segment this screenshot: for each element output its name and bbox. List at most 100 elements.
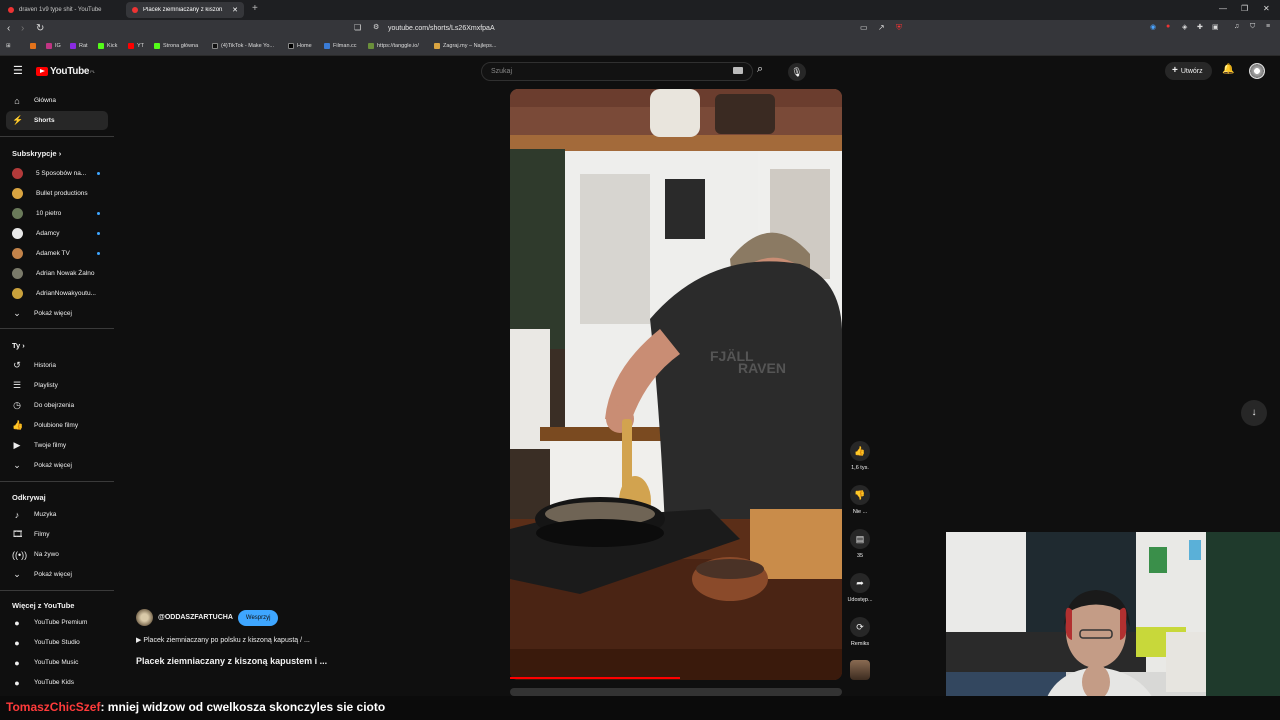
sidebar-item-youtube-music[interactable]: ● YouTube Music [6,653,108,672]
sidebar-item-music[interactable]: ♪ Muzyka [6,505,108,524]
maximize-icon[interactable]: ❐ [1241,4,1248,13]
extension-icon[interactable]: ◈ [1182,23,1187,31]
sidebar-item-live[interactable]: ((•)) Na żywo [6,545,108,564]
dislike-button[interactable]: 👎 Nie ... [848,485,872,515]
chevron-right-icon: › [22,341,25,350]
bookmark-item[interactable]: Filman.cc [324,43,357,49]
bookmark-item[interactable]: (4)TikTok - Make Yo... [212,43,274,49]
sidebar-subscription[interactable]: 10 pietro [6,204,108,222]
youtube-music-icon: ● [14,657,20,668]
bookmark-item[interactable]: Rat [70,43,88,49]
sidebar-item-youtube-premium[interactable]: ● YouTube Premium [6,613,108,632]
short-title[interactable]: Placek ziemniaczany z kiszoną kapustem i… [136,656,327,666]
chevron-down-icon: ⌄ [13,569,21,579]
cast-icon[interactable]: ▭ [860,23,868,32]
sidebar-subscription[interactable]: Bullet productions [6,184,108,202]
url-field[interactable]: youtube.com/shorts/Ls26XmxfpaA [388,25,495,32]
sidebar-item-youtube-studio[interactable]: ● YouTube Studio [6,633,108,652]
youtube-favicon-icon [132,7,138,13]
back-icon[interactable]: ‹ [7,23,10,34]
audio-icon[interactable]: ◉ [1150,23,1156,31]
comments-button[interactable]: ▤ 35 [848,529,872,559]
forward-icon[interactable]: › [21,23,24,34]
mic-icon[interactable]: 🎙 [788,63,806,81]
close-tab-icon[interactable]: ✕ [232,6,238,14]
sidebar-subscription[interactable]: Adamek TV [6,244,108,262]
sidebar-subscription[interactable]: 5 Sposobów na... [6,164,108,182]
record-icon[interactable]: ● [1166,23,1170,30]
sidebar-item-history[interactable]: ↺ Historia [6,356,108,375]
support-button[interactable]: Wesprzyj [237,609,279,626]
sidebar-item-movies[interactable]: 🎞 Filmy [6,525,108,544]
like-button[interactable]: 👍 1,6 tys. [848,441,872,471]
chat-username: TomaszChicSzef [6,700,101,714]
bookmark-icon[interactable]: ❏ [354,23,361,32]
browser-tab[interactable]: draven 1v9 type shit - YouTube [2,2,122,18]
apps-grid-icon[interactable]: ⊞ [6,43,11,49]
sidebar-item-liked[interactable]: 👍 Polubione filmy [6,416,108,435]
create-button[interactable]: + Utwórz [1165,62,1212,80]
short-description[interactable]: ▶ Placek ziemniaczany po polsku z kiszon… [136,636,310,644]
sidebar-item-youtube-kids[interactable]: ● YouTube Kids [6,673,108,692]
sidepanel-icon[interactable]: ▣ [1212,23,1219,31]
browser-tab-active[interactable]: Placek ziemniaczany z kiszon... ✕ [126,2,244,18]
site-info-icon[interactable]: ⚙ [373,23,379,31]
bookmark-item[interactable]: Zagraj.my – Najleps... [434,43,497,49]
show-more-explore[interactable]: ⌄ Pokaż więcej [6,565,108,584]
close-window-icon[interactable]: ✕ [1263,4,1270,13]
short-video-player[interactable]: FJÄLL RAVEN [510,89,842,680]
remix-button[interactable]: ⟳ Remiks [848,617,872,647]
tab-title: Placek ziemniaczany z kiszon... [143,7,223,13]
new-tab-icon[interactable]: + [252,3,258,14]
audio-thumbnail[interactable] [850,660,870,680]
menu-dots-icon[interactable]: ≡ [1266,23,1270,30]
bookmark-item[interactable]: https://tanggle.io/ [368,43,419,49]
minimize-icon[interactable]: — [1219,4,1227,13]
bookmark-item[interactable]: YT [128,43,144,49]
short-channel-info: @ODDASZFARTUCHA Wesprzyj [136,609,279,626]
show-more-you[interactable]: ⌄ Pokaż więcej [6,456,108,475]
share-button[interactable]: ➦ Udostęp... [847,573,873,603]
hamburger-menu-icon[interactable]: ☰ [13,64,23,77]
next-short-preview [510,688,842,696]
music-note-icon[interactable]: ♫ [1234,23,1239,30]
extension-icon[interactable]: ⛨ [896,23,902,33]
bookmark-item[interactable]: Strona główna [154,43,198,49]
next-short-button[interactable]: ↓ [1241,400,1267,426]
divider [0,481,114,482]
sidebar-item-watch-later[interactable]: ◷ Do obejrzenia [6,396,108,415]
youtube-logo[interactable]: YouTube PL [36,66,95,77]
search-icon[interactable]: ⌕ [757,63,773,79]
subscriptions-header[interactable]: Subskrypcje › [12,149,61,158]
webcam-feed [946,532,1280,720]
you-header[interactable]: Ty › [12,341,25,350]
bookmark-item[interactable] [30,43,39,49]
bookmark-item[interactable]: Home [288,43,312,49]
video-progress-bar[interactable] [510,677,680,679]
reload-icon[interactable]: ↻ [36,23,44,34]
sidebar-subscription[interactable]: Adrian Nowak Żalno [6,264,108,282]
sidebar-item-playlists[interactable]: ☰ Playlisty [6,376,108,395]
keyboard-icon[interactable] [733,67,743,74]
channel-name[interactable]: @ODDASZFARTUCHA [158,614,233,621]
search-input[interactable]: Szukaj [481,62,753,81]
avatar[interactable] [1249,63,1265,79]
sidebar-item-home[interactable]: ⌂ Główna [6,91,108,110]
comment-icon: ▤ [850,529,870,549]
browser-tab-bar: draven 1v9 type shit - YouTube Placek zi… [0,0,1280,20]
shield-icon[interactable]: ⛉ [1250,23,1255,31]
sidebar-item-your-videos[interactable]: ▶ Twoje filmy [6,436,108,455]
show-more-subscriptions[interactable]: ⌄ Pokaż więcej [6,304,108,323]
new-content-dot [97,211,100,215]
channel-avatar[interactable] [136,609,153,626]
youtube-play-icon [36,67,48,76]
address-bar: ‹ › ↻ ❏ ⚙ youtube.com/shorts/Ls26XmxfpaA… [0,20,1280,40]
share-page-icon[interactable]: ↗ [878,23,885,32]
sidebar-item-shorts[interactable]: ⚡ Shorts [6,111,108,130]
bookmark-item[interactable]: IG [46,43,61,49]
sidebar-subscription[interactable]: Adamcy [6,224,108,242]
puzzle-icon[interactable]: ✚ [1197,23,1203,31]
notifications-bell-icon[interactable]: 🔔 [1222,64,1234,75]
sidebar-subscription[interactable]: AdrianNowakyoutu... [6,284,108,302]
bookmark-item[interactable]: Kick [98,43,117,49]
